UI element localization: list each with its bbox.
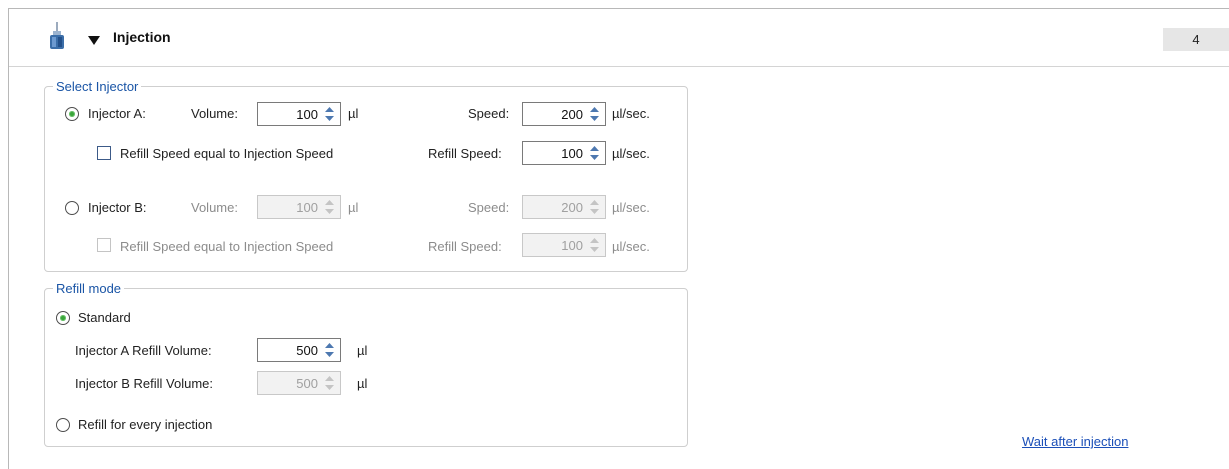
injector-b-refill-volume-stepper: 500 (257, 371, 341, 395)
spin-arrows-icon[interactable] (587, 144, 602, 162)
injector-a-refill-volume-stepper[interactable]: 500 (257, 338, 341, 362)
injector-b-refill-volume-unit: µl (357, 376, 368, 391)
injector-b-speed-stepper: 200 (522, 195, 606, 219)
injector-b-refill-speed-unit: µl/sec. (612, 239, 650, 254)
injector-b-speed-label: Speed: (468, 200, 510, 215)
triangle-down-icon[interactable] (88, 33, 100, 48)
spin-arrows-icon (322, 374, 337, 392)
injector-b-refill-speed-value: 100 (561, 237, 583, 253)
injector-a-speed-value[interactable]: 200 (523, 107, 587, 122)
section-title[interactable]: Injection (113, 29, 171, 45)
injector-b-volume-value: 100 (296, 199, 318, 215)
injector-a-label: Injector A: (88, 106, 146, 121)
injector-b-volume-stepper: 100 (257, 195, 341, 219)
spin-arrows-icon (322, 198, 337, 216)
injector-b-refill-speed-stepper: 100 (522, 233, 606, 257)
standard-label: Standard (78, 310, 131, 325)
injector-a-speed-stepper[interactable]: 200 (522, 102, 606, 126)
injector-a-volume-unit: µl (348, 106, 359, 121)
refill-every-injection-radio[interactable] (56, 418, 70, 432)
injector-a-refill-speed-value[interactable]: 100 (523, 146, 587, 161)
spin-arrows-icon[interactable] (322, 105, 337, 123)
injector-a-volume-label: Volume: (191, 106, 238, 121)
step-number-badge: 4 (1163, 28, 1229, 51)
injector-a-refill-equal-label: Refill Speed equal to Injection Speed (120, 146, 334, 161)
injector-b-refill-equal-label: Refill Speed equal to Injection Speed (120, 239, 334, 254)
syringe-icon (48, 22, 66, 55)
injector-b-refill-volume-value: 500 (296, 375, 318, 391)
injector-b-speed-value: 200 (561, 199, 583, 215)
spin-arrows-icon (587, 198, 602, 216)
injector-b-label: Injector B: (88, 200, 147, 215)
injector-a-speed-unit: µl/sec. (612, 106, 650, 121)
injector-b-speed-unit: µl/sec. (612, 200, 650, 215)
spin-arrows-icon (587, 236, 602, 254)
injector-a-refill-volume-unit: µl (357, 343, 368, 358)
injector-a-refill-volume-value[interactable]: 500 (258, 343, 322, 358)
spin-arrows-icon[interactable] (587, 105, 602, 123)
refill-every-injection-label: Refill for every injection (78, 417, 213, 432)
standard-radio[interactable] (56, 311, 70, 325)
injector-b-volume-label: Volume: (191, 200, 238, 215)
injector-a-radio[interactable] (65, 107, 79, 121)
spin-arrows-icon[interactable] (322, 341, 337, 359)
injector-a-refill-speed-unit: µl/sec. (612, 146, 650, 161)
injector-b-refill-volume-label: Injector B Refill Volume: (75, 376, 214, 391)
injector-b-volume-unit: µl (348, 200, 359, 215)
select-injector-legend: Select Injector (56, 79, 139, 94)
wait-after-injection-link[interactable]: Wait after injection (1022, 434, 1128, 449)
injector-b-refill-speed-label: Refill Speed: (428, 239, 502, 254)
injector-b-radio[interactable] (65, 201, 79, 215)
injector-b-refill-equal-checkbox (97, 238, 111, 252)
injector-a-refill-equal-checkbox[interactable] (97, 146, 111, 160)
injector-a-volume-stepper[interactable]: 100 (257, 102, 341, 126)
injector-a-refill-volume-label: Injector A Refill Volume: (75, 343, 212, 358)
injector-a-volume-value[interactable]: 100 (258, 107, 322, 122)
refill-mode-legend: Refill mode (56, 281, 122, 296)
injector-a-speed-label: Speed: (468, 106, 510, 121)
injector-a-refill-speed-stepper[interactable]: 100 (522, 141, 606, 165)
header-divider (9, 66, 1229, 67)
injector-a-refill-speed-label: Refill Speed: (428, 146, 502, 161)
